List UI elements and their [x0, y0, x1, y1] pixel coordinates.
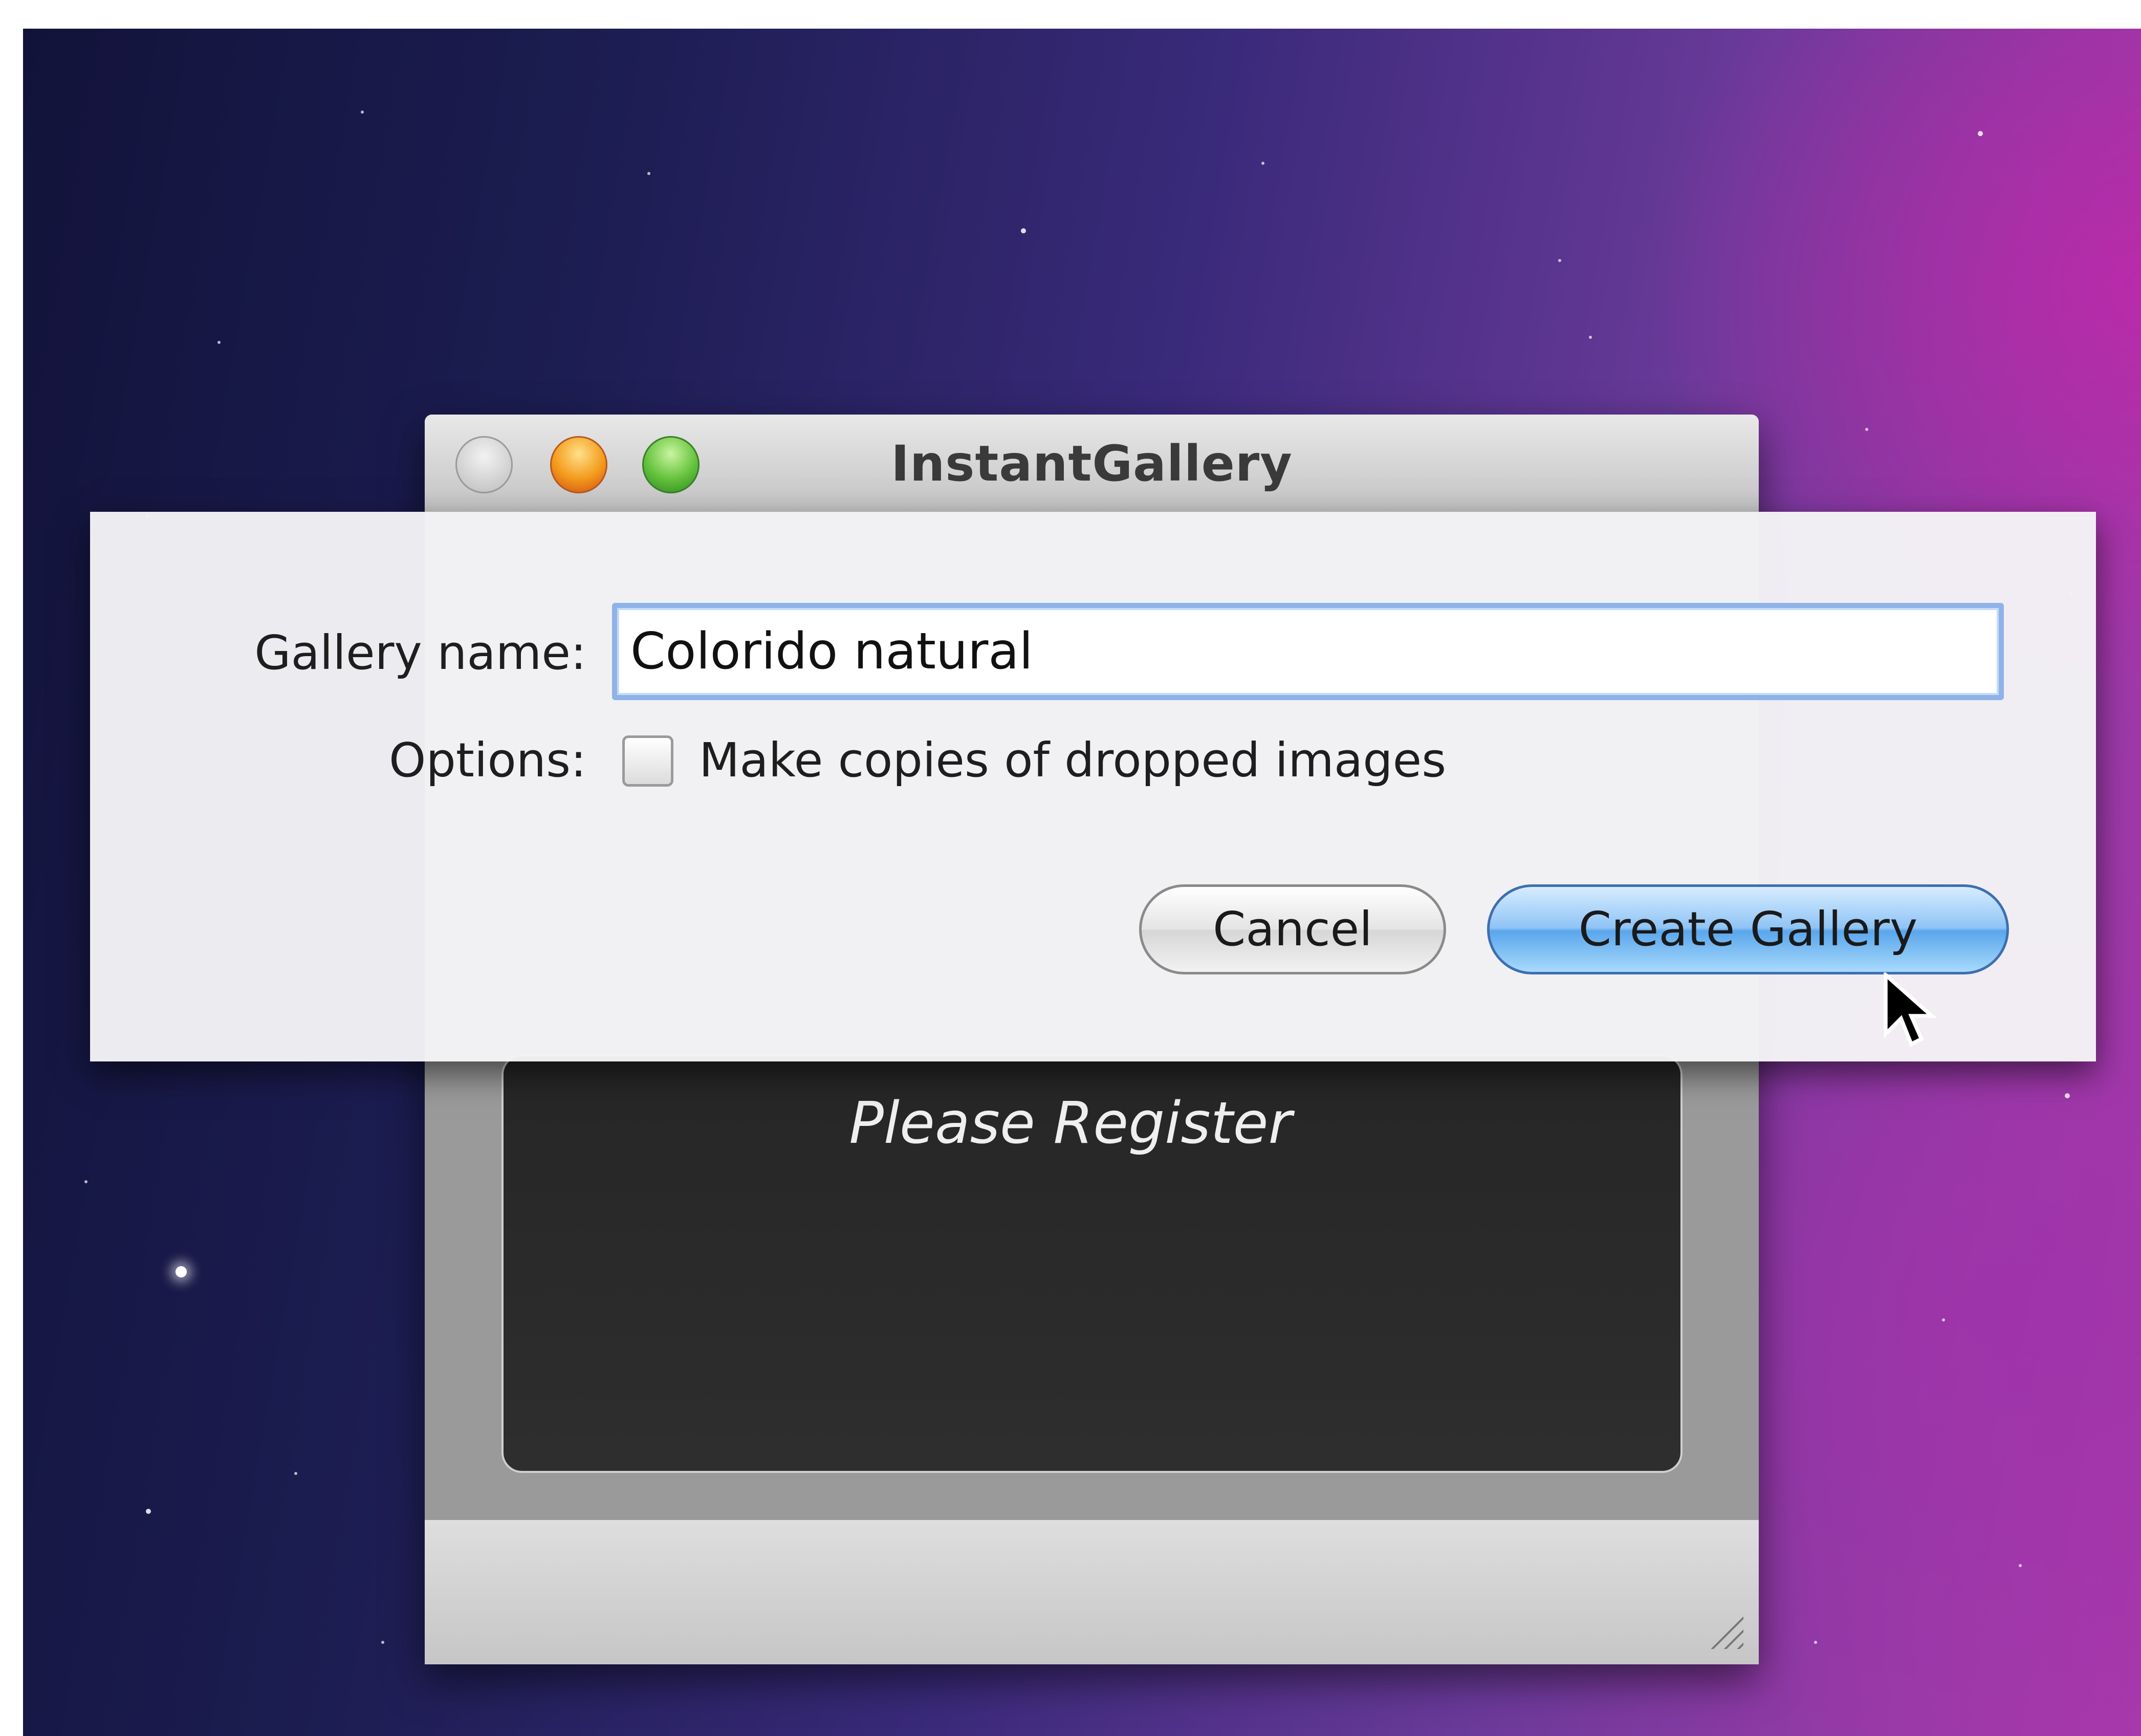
new-gallery-sheet: Gallery name: Options: Make copies of dr…: [90, 512, 2096, 1061]
gallery-name-input[interactable]: [612, 603, 2004, 700]
star: [1021, 228, 1026, 233]
star: [1865, 428, 1868, 431]
star: [176, 1266, 187, 1277]
star: [84, 1180, 88, 1183]
gallery-name-label: Gallery name:: [254, 625, 586, 680]
star: [1589, 336, 1592, 339]
cancel-button[interactable]: Cancel: [1139, 884, 1446, 974]
star: [381, 1641, 384, 1644]
star: [294, 1472, 297, 1475]
create-gallery-button[interactable]: Create Gallery: [1487, 884, 2009, 974]
resize-grip-icon[interactable]: [1702, 1608, 1743, 1649]
star: [1558, 259, 1561, 262]
copy-images-checkbox-label[interactable]: Make copies of dropped images: [699, 733, 1446, 788]
options-label: Options:: [389, 733, 586, 788]
window-titlebar[interactable]: InstantGallery: [425, 415, 1759, 513]
window-footer: [425, 1520, 1759, 1664]
register-notice: Please Register: [849, 1090, 1292, 1157]
star: [217, 341, 221, 344]
star: [1814, 1641, 1817, 1644]
mouse-pointer-icon: [1884, 972, 1937, 1047]
star: [1978, 131, 1983, 136]
window-title: InstantGallery: [891, 435, 1293, 492]
star: [647, 172, 650, 175]
star: [146, 1509, 151, 1514]
star: [1261, 162, 1264, 165]
star: [361, 111, 364, 114]
star: [2019, 1564, 2022, 1567]
copy-images-checkbox[interactable]: [622, 735, 673, 787]
star: [1942, 1318, 1945, 1321]
